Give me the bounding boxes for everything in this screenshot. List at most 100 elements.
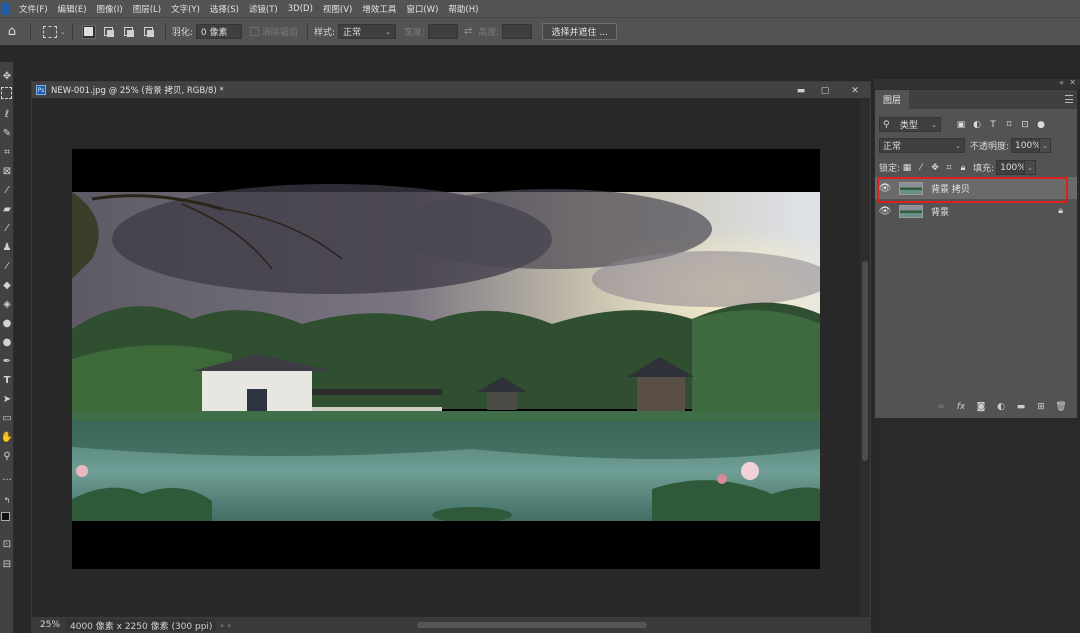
path-selection-tool-icon[interactable]: ➤ [0, 391, 14, 408]
lock-all-icon[interactable]: 🔒︎ [956, 161, 970, 175]
rectangular-marquee-icon[interactable] [43, 25, 57, 38]
opacity-input[interactable]: 100% [1011, 138, 1041, 153]
lock-position-icon[interactable]: ✥ [928, 161, 942, 175]
type-filter-icon[interactable]: T [985, 118, 1001, 132]
document-image[interactable] [72, 149, 820, 569]
delete-layer-icon[interactable]: 🗑︎ [1051, 399, 1071, 415]
maximize-icon[interactable]: ▢ [814, 82, 836, 99]
feather-input[interactable]: 0 像素 [195, 24, 242, 39]
layer-style-fx-icon[interactable]: fx [951, 399, 971, 415]
menu-image[interactable]: 图像(I) [92, 3, 128, 15]
opacity-dropdown[interactable]: ⌄ [1039, 138, 1052, 153]
rectangle-tool-icon[interactable]: ▭ [0, 410, 14, 427]
select-and-mask-button[interactable]: 选择并遮住 ... [542, 23, 617, 40]
screen-mode-icon[interactable]: ⊟ [0, 556, 14, 573]
chevron-left-icon[interactable]: ‹ [228, 621, 231, 630]
marquee-tool-icon[interactable] [1, 87, 12, 99]
chevron-right-icon[interactable]: › [220, 621, 223, 630]
history-brush-tool-icon[interactable]: ⁄ [0, 258, 14, 275]
menu-window[interactable]: 窗口(W) [401, 3, 443, 15]
home-icon[interactable]: ⌂ [0, 18, 24, 46]
shape-filter-icon[interactable]: ⌑ [1001, 118, 1017, 132]
vertical-scrollbar[interactable] [860, 99, 870, 616]
add-mask-icon[interactable]: ◙ [971, 399, 991, 415]
quick-mask-icon[interactable]: ⊡ [0, 536, 14, 553]
adjustment-filter-icon[interactable]: ◐ [969, 118, 985, 132]
zoom-level[interactable]: 25% [32, 620, 66, 630]
swap-icon[interactable]: ⇄ [464, 26, 472, 37]
hand-tool-icon[interactable]: ✋ [0, 429, 14, 446]
menu-type[interactable]: 文字(Y) [166, 3, 205, 15]
canvas-area[interactable] [32, 99, 860, 616]
color-swatches[interactable] [1, 512, 14, 526]
minimize-icon[interactable]: ▬ [790, 82, 812, 99]
crop-tool-icon[interactable]: ⌗ [0, 144, 14, 161]
style-select[interactable]: 正常 ⌄ [337, 24, 396, 39]
eraser-tool-icon[interactable]: ◆ [0, 277, 14, 294]
menu-filter[interactable]: 滤镜(T) [244, 3, 283, 15]
layer-filter-select[interactable]: ⚲ 类型 ⌄ [879, 117, 941, 132]
vertical-scroll-thumb[interactable] [862, 261, 868, 461]
quick-select-tool-icon[interactable]: ✎ [0, 125, 14, 142]
tab-layers[interactable]: 图层 [875, 90, 909, 109]
type-tool-icon[interactable]: T [0, 372, 14, 389]
close-icon[interactable]: ✕ [844, 82, 866, 99]
pen-tool-icon[interactable]: ✒ [0, 353, 14, 370]
zoom-tool-icon[interactable]: ⚲ [0, 448, 14, 465]
lock-image-icon[interactable]: ⁄ [914, 161, 928, 175]
move-tool-icon[interactable]: ✥ [0, 68, 14, 85]
new-selection-button[interactable] [81, 24, 96, 39]
menu-layer[interactable]: 图层(L) [128, 3, 166, 15]
photoshop-file-icon: Ps [36, 85, 46, 95]
chevron-down-icon[interactable]: ⌄ [60, 28, 66, 36]
pixel-filter-icon[interactable]: ▣ [953, 118, 969, 132]
intersect-selection-button[interactable] [142, 25, 156, 39]
collapse-panels-icon[interactable]: « [1059, 78, 1064, 87]
menu-help[interactable]: 帮助(H) [443, 3, 483, 15]
smart-object-filter-icon[interactable]: ⊡ [1017, 118, 1033, 132]
paint-bucket-tool-icon[interactable]: ◈ [0, 296, 14, 313]
menu-3d[interactable]: 3D(D) [283, 4, 318, 14]
lock-transparent-icon[interactable]: ▦ [900, 161, 914, 175]
close-panel-icon[interactable]: ✕ [1069, 78, 1076, 87]
horizontal-scroll-thumb[interactable] [417, 622, 647, 628]
brush-tool-icon[interactable]: ⁄ [0, 220, 14, 237]
filter-toggle-icon[interactable]: ● [1033, 118, 1049, 132]
width-input[interactable] [428, 24, 459, 39]
menu-plugins[interactable]: 增效工具 [357, 3, 401, 15]
panel-menu-icon[interactable] [1065, 95, 1073, 103]
fill-dropdown[interactable]: ⌄ [1024, 160, 1037, 175]
blur-tool-icon[interactable]: ● [0, 315, 14, 332]
chevron-down-icon: ⌄ [931, 120, 937, 129]
antialias-checkbox[interactable] [249, 27, 259, 36]
menu-view[interactable]: 视图(V) [318, 3, 357, 15]
lock-icon[interactable]: 🔒︎ [1058, 206, 1063, 216]
blend-mode-select[interactable]: 正常 ⌄ [879, 138, 965, 153]
new-layer-icon[interactable]: ⊞ [1031, 399, 1051, 415]
group-folder-icon[interactable]: ▬ [1011, 399, 1031, 415]
eye-icon[interactable]: 👁︎ [875, 206, 895, 217]
adjustment-layer-icon[interactable]: ◐ [991, 399, 1011, 415]
dodge-tool-icon[interactable]: ● [0, 334, 14, 351]
menu-edit[interactable]: 编辑(E) [53, 3, 92, 15]
healing-brush-tool-icon[interactable]: ▰ [0, 201, 14, 218]
subtract-selection-button[interactable] [122, 25, 136, 39]
document-tab[interactable]: Ps NEW-001.jpg @ 25% (背景 拷贝, RGB/8) * ▬ … [32, 82, 870, 99]
eyedropper-tool-icon[interactable]: ⁄ [0, 182, 14, 199]
height-input[interactable] [502, 24, 533, 39]
document-info[interactable]: 4000 像素 x 2250 像素 (300 ppi) [66, 619, 217, 632]
menu-select[interactable]: 选择(S) [205, 3, 244, 15]
lock-artboard-icon[interactable]: ⌗ [942, 161, 956, 175]
foreground-color[interactable] [1, 512, 10, 521]
link-layers-icon[interactable]: ∞ [931, 399, 951, 415]
layer-row-background[interactable]: 👁︎ 背景 🔒︎ [875, 200, 1077, 222]
more-tools-icon[interactable]: ··· [0, 472, 14, 489]
fill-input[interactable]: 100% [996, 160, 1026, 175]
add-selection-button[interactable] [102, 25, 116, 39]
swap-colors-icon[interactable]: ↰ [0, 492, 14, 509]
menu-file[interactable]: 文件(F) [14, 3, 53, 15]
lasso-tool-icon[interactable]: ℓ [0, 106, 14, 123]
frame-tool-icon[interactable]: ⊠ [0, 163, 14, 180]
document-title: NEW-001.jpg @ 25% (背景 拷贝, RGB/8) * [51, 86, 224, 96]
clone-stamp-tool-icon[interactable]: ♟ [0, 239, 14, 256]
